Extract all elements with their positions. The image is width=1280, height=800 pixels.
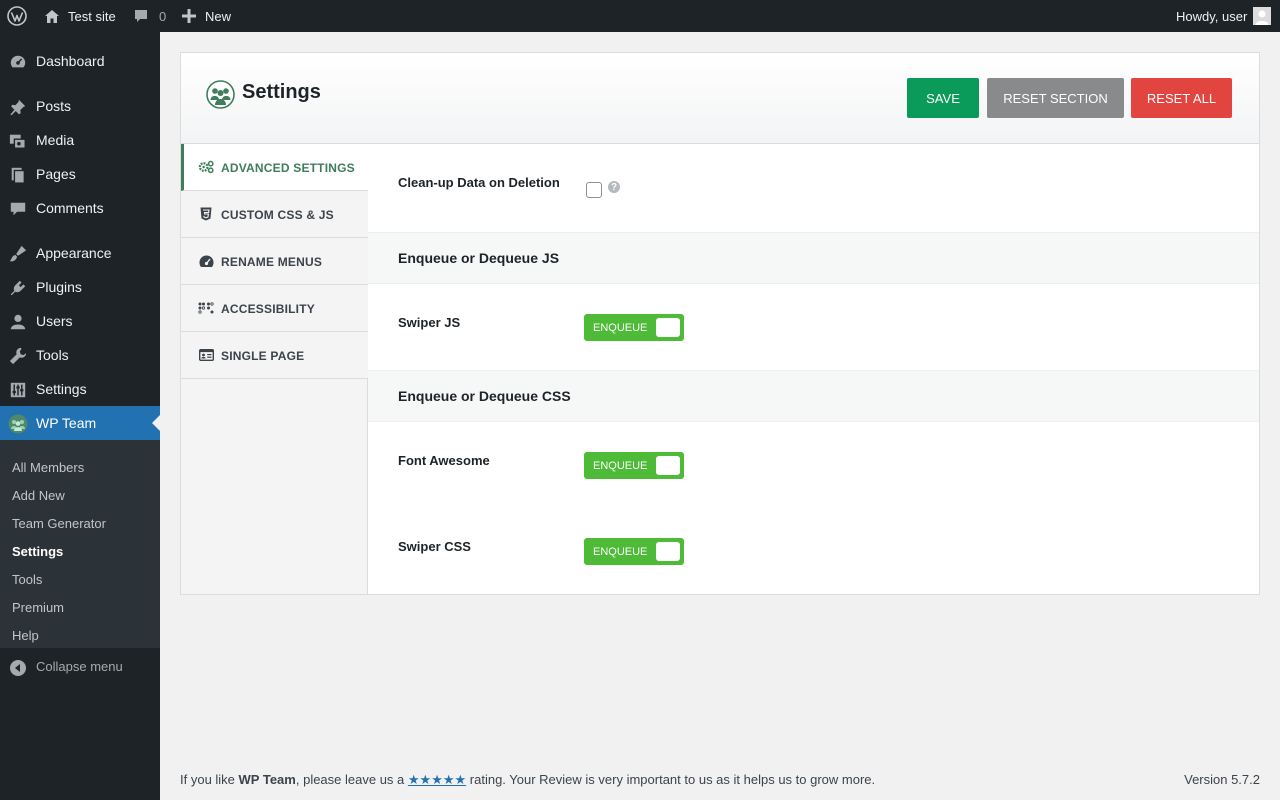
reset-section-button[interactable]: RESET SECTION [987,78,1124,118]
comment-icon [8,199,28,219]
tab-custom-css-js[interactable]: CUSTOM CSS & JS [181,191,368,238]
font-awesome-toggle[interactable]: ENQUEUE [584,452,684,479]
save-button[interactable]: SAVE [907,78,979,118]
version-text: Version 5.7.2 [1184,772,1260,787]
menu-media[interactable]: Media [0,123,160,157]
help-icon[interactable]: ? [608,181,620,193]
comments-count: 0 [159,8,167,24]
css3-icon [198,207,214,221]
admin-bar: Test site 0 New Howdy, user [0,0,1280,32]
cleanup-label: Clean-up Data on Deletion [398,175,560,190]
footer-plugin-name: WP Team [238,772,296,787]
user-icon [8,312,28,332]
swiper-css-label: Swiper CSS [398,539,471,554]
rating-stars-link[interactable]: ★★★★★ [408,772,466,787]
site-name: Test site [68,8,116,24]
new-label: New [205,8,232,24]
menu-settings[interactable]: Settings [0,372,160,406]
submenu-add-new[interactable]: Add New [12,488,65,504]
wordpress-logo-icon[interactable] [7,0,27,32]
tab-single-page[interactable]: SINGLE PAGE [181,332,368,379]
settings-tabs: ADVANCED SETTINGS CUSTOM CSS & JS RENAME… [181,144,369,594]
submenu-tools[interactable]: Tools [12,572,42,588]
howdy-text: Howdy, user [1176,8,1248,24]
cleanup-checkbox[interactable] [586,182,602,198]
id-card-icon [198,348,214,362]
reset-all-button[interactable]: RESET ALL [1131,78,1232,118]
braille-icon [198,301,214,315]
tab-rename-menus[interactable]: RENAME MENUS [181,238,368,285]
js-section-heading: Enqueue or Dequeue JS [368,232,1259,284]
submenu-premium[interactable]: Premium [12,600,64,616]
page-title: Settings [242,81,321,103]
submenu-settings[interactable]: Settings [12,544,63,560]
brush-icon [8,244,28,264]
swiper-css-toggle[interactable]: ENQUEUE [584,538,684,565]
menu-tools[interactable]: Tools [0,338,160,372]
avatar [1253,7,1272,25]
new-content-link[interactable]: New [182,0,231,32]
menu-wp-team[interactable]: WP Team [0,406,160,440]
wp-team-submenu: All Members Add New Team Generator Setti… [0,440,160,648]
swiper-js-toggle[interactable]: ENQUEUE [584,314,684,341]
submenu-team-generator[interactable]: Team Generator [12,516,106,532]
comments-link[interactable]: 0 [133,0,166,32]
menu-comments[interactable]: Comments [0,191,160,225]
pin-icon [8,97,28,117]
plug-icon [8,278,28,298]
collapse-menu-button[interactable]: Collapse menu [0,650,160,684]
css-section-heading: Enqueue or Dequeue CSS [368,370,1259,422]
plus-icon [182,9,196,23]
wp-team-logo-icon [206,80,235,109]
gauge-icon [198,254,214,268]
home-icon [44,8,60,24]
site-name-link[interactable]: Test site [44,0,116,32]
comment-bubble-icon [133,8,149,24]
dashboard-icon [8,52,28,72]
footer-review-text: If you like WP Team, please leave us a ★… [180,772,876,787]
menu-posts[interactable]: Posts [0,89,160,123]
tab-advanced-settings[interactable]: ADVANCED SETTINGS [181,144,369,191]
media-icon [8,131,28,151]
toggle-knob [656,542,680,561]
toggle-knob [656,456,680,475]
menu-dashboard[interactable]: Dashboard [0,44,160,78]
font-awesome-label: Font Awesome [398,453,490,468]
menu-users[interactable]: Users [0,304,160,338]
settings-content: Clean-up Data on Deletion ? Enqueue or D… [368,144,1259,594]
settings-header: Settings SAVE RESET SECTION RESET ALL [181,53,1259,144]
account-link[interactable]: Howdy, user [1176,0,1272,32]
settings-panel: Settings SAVE RESET SECTION RESET ALL AD… [180,52,1260,595]
menu-appearance[interactable]: Appearance [0,236,160,270]
menu-plugins[interactable]: Plugins [0,270,160,304]
swiper-js-label: Swiper JS [398,315,461,330]
submenu-all-members[interactable]: All Members [12,460,84,476]
pages-icon [8,165,28,185]
menu-pages[interactable]: Pages [0,157,160,191]
submenu-help[interactable]: Help [12,628,39,644]
team-icon [8,414,28,434]
tab-accessibility[interactable]: ACCESSIBILITY [181,285,368,332]
wrench-icon [8,346,28,366]
collapse-arrow-icon [10,660,26,679]
sliders-icon [8,380,28,400]
gears-icon [198,160,214,174]
toggle-knob [656,318,680,337]
admin-sidebar: Dashboard Posts Media Pages Comments App… [0,32,160,800]
